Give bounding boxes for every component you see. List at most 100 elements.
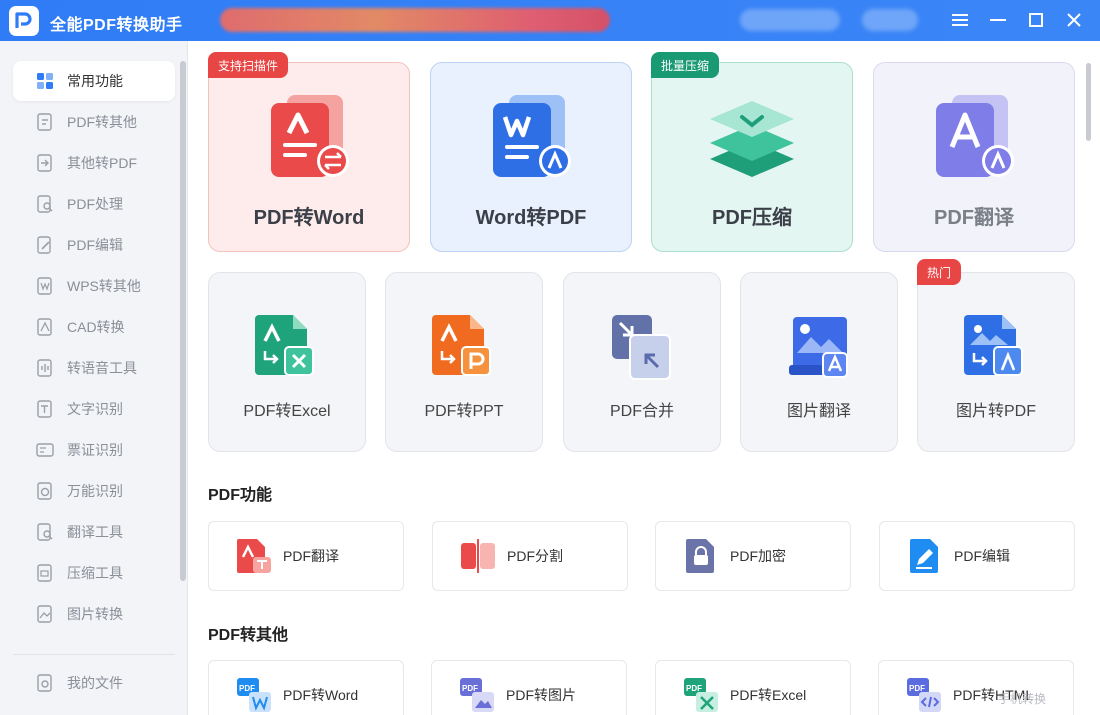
card-label: Word转PDF — [475, 207, 587, 229]
watermark-text: 手机转换 — [998, 692, 1047, 706]
sidebar-item-label: 文字识别 — [67, 401, 123, 417]
pdf-to-word-icon — [261, 91, 357, 187]
pdf-to-ppt-icon — [430, 313, 498, 381]
wps-convert-icon — [35, 276, 55, 296]
hot-badge: 热门 — [917, 259, 962, 285]
batch-compress-badge: 批量压缩 — [651, 52, 720, 78]
section-title-pdf-functions: PDF功能 — [208, 487, 273, 504]
item-pdf-edit[interactable]: PDF编辑 — [879, 521, 1075, 591]
sidebar-item-label: 转语音工具 — [67, 360, 137, 376]
pdf-export-icon — [35, 112, 55, 132]
card-pdf-compress[interactable]: PDF压缩 批量压缩 — [651, 52, 853, 252]
card-pdf-to-ppt[interactable]: PDF转PPT — [385, 272, 543, 452]
scan-support-badge: 支持扫描件 — [208, 52, 289, 78]
sidebar-item-label: PDF处理 — [67, 196, 123, 212]
card-word-to-pdf[interactable]: Word转PDF — [430, 62, 632, 252]
sidebar-item-universal[interactable]: 万能识别 — [13, 471, 175, 511]
pdf-edit-icon — [35, 235, 55, 255]
sidebar-item-pdf-edit[interactable]: PDF编辑 — [13, 225, 175, 265]
card-label: 图片转PDF — [955, 403, 1036, 420]
card-label: 图片翻译 — [786, 403, 851, 420]
sidebar-item-label: PDF转其他 — [67, 114, 137, 130]
item-pdf-split[interactable]: PDF分割 — [432, 521, 628, 591]
card-label: PDF转Excel — [243, 403, 331, 420]
section-title-pdf-to-other: PDF转其他 — [208, 627, 289, 644]
user-account[interactable] — [740, 9, 840, 31]
item-pdf-to-word[interactable]: PDF PDF转Word — [208, 660, 404, 715]
sidebar-item-compress[interactable]: 压缩工具 — [13, 553, 175, 593]
main-content: PDF转Word 支持扫描件 Word转PDF PDF压缩 批量压缩 PDF翻译… — [188, 41, 1100, 715]
sidebar-item-cad[interactable]: CAD转换 — [13, 307, 175, 347]
item-label: PDF转图片 — [506, 687, 576, 703]
sidebar-item-label: 翻译工具 — [67, 524, 123, 540]
sidebar-scrollbar[interactable] — [180, 61, 186, 581]
sidebar-item-other-to-pdf[interactable]: 其他转PDF — [13, 143, 175, 183]
sidebar-item-label: 其他转PDF — [67, 155, 137, 171]
item-pdf-translate[interactable]: PDF翻译 — [208, 521, 404, 591]
sidebar-item-label: 万能识别 — [67, 483, 123, 499]
sidebar-item-common[interactable]: 常用功能 — [13, 61, 175, 101]
card-image-to-pdf[interactable]: 图片转PDF 热门 — [917, 259, 1075, 452]
card-pdf-translate[interactable]: PDF翻译 — [873, 62, 1075, 252]
sidebar-item-image-convert[interactable]: 图片转换 — [13, 594, 175, 634]
sidebar-item-label: 我的文件 — [67, 675, 123, 691]
pdf-merge-icon — [608, 313, 676, 381]
maximize-icon[interactable] — [1024, 8, 1048, 32]
pdf-image-small-icon: PDF — [458, 676, 496, 714]
card-label: PDF翻译 — [934, 207, 1014, 229]
sidebar-item-ocr-text[interactable]: 文字识别 — [13, 389, 175, 429]
sidebar-item-ticket[interactable]: 票证识别 — [13, 430, 175, 470]
app-title: 全能PDF转换助手 — [50, 17, 183, 34]
item-label: PDF加密 — [730, 548, 786, 564]
sidebar-item-label: 图片转换 — [67, 606, 123, 622]
pdf-excel-small-icon: PDF — [682, 676, 720, 714]
pdf-encrypt-icon — [682, 537, 720, 575]
item-pdf-to-excel[interactable]: PDF PDF转Excel — [655, 660, 851, 715]
vip-badge[interactable] — [862, 9, 918, 31]
pdf-edit-small-icon — [906, 537, 944, 575]
image-to-pdf-icon — [962, 313, 1030, 381]
card-pdf-to-excel[interactable]: PDF转Excel — [208, 272, 366, 452]
pdf-split-icon — [459, 537, 497, 575]
pdf-to-excel-icon — [253, 313, 321, 381]
main-scrollbar[interactable] — [1086, 63, 1091, 141]
card-image-translate[interactable]: 图片翻译 — [740, 272, 898, 452]
menu-icon[interactable] — [948, 8, 972, 32]
image-convert-icon — [35, 604, 55, 624]
item-pdf-to-image[interactable]: PDF PDF转图片 — [431, 660, 627, 715]
sidebar-item-pdf-process[interactable]: PDF处理 — [13, 184, 175, 224]
sidebar-item-label: 压缩工具 — [67, 565, 123, 581]
sidebar-item-speech[interactable]: 转语音工具 — [13, 348, 175, 388]
card-pdf-to-word[interactable]: PDF转Word 支持扫描件 — [208, 52, 410, 252]
promo-banner[interactable] — [220, 8, 610, 32]
card-label: PDF合并 — [609, 403, 674, 420]
pdf-html-small-icon: PDF — [905, 676, 943, 714]
sidebar-item-label: WPS转其他 — [67, 278, 141, 294]
speech-icon — [35, 358, 55, 378]
my-files-icon — [35, 673, 55, 693]
item-pdf-encrypt[interactable]: PDF加密 — [655, 521, 851, 591]
sidebar-item-translate[interactable]: 翻译工具 — [13, 512, 175, 552]
card-label: PDF转PPT — [424, 403, 504, 420]
sidebar-item-label: 票证识别 — [67, 442, 123, 458]
pdf-translate-small-icon — [235, 537, 273, 575]
minimize-icon[interactable] — [986, 8, 1010, 32]
pdf-word-small-icon: PDF — [235, 676, 273, 714]
sidebar-item-pdf-to-other[interactable]: PDF转其他 — [13, 102, 175, 142]
close-icon[interactable] — [1062, 8, 1086, 32]
image-translate-icon — [785, 313, 853, 381]
pdf-compress-icon — [704, 91, 800, 187]
word-to-pdf-icon — [483, 91, 579, 187]
sidebar-item-label: 常用功能 — [67, 73, 123, 89]
grid-icon — [35, 71, 55, 91]
sidebar-item-my-files[interactable]: 我的文件 — [13, 663, 175, 703]
cad-icon — [35, 317, 55, 337]
svg-text:PDF: PDF — [686, 684, 702, 693]
translate-icon — [35, 522, 55, 542]
svg-text:PDF: PDF — [239, 684, 255, 693]
pdf-search-icon — [35, 194, 55, 214]
item-label: PDF转Excel — [730, 687, 807, 703]
ocr-text-icon — [35, 399, 55, 419]
card-pdf-merge[interactable]: PDF合并 — [563, 272, 721, 452]
sidebar-item-wps-convert[interactable]: WPS转其他 — [13, 266, 175, 306]
